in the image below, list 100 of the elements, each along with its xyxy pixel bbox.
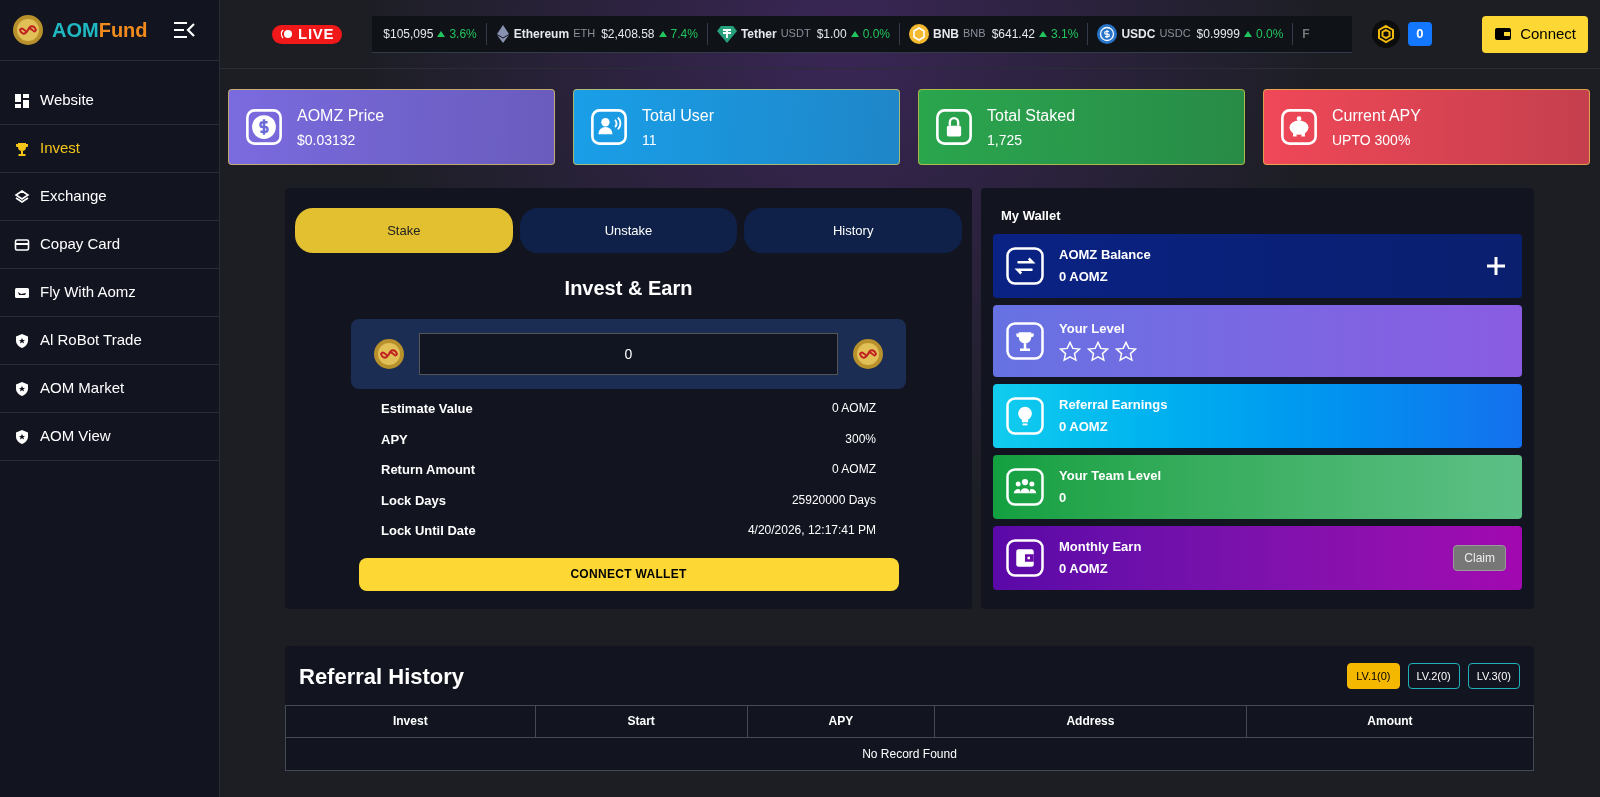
sidebar-item[interactable]: AOM Market bbox=[0, 365, 219, 413]
level-tab[interactable]: LV.3(0) bbox=[1467, 663, 1520, 689]
wallet-card-label: Your Team Level bbox=[1059, 466, 1162, 485]
wallet-icon bbox=[1005, 537, 1045, 578]
user-icon bbox=[590, 108, 628, 146]
coin-logo-icon bbox=[12, 14, 44, 46]
stake-tab[interactable]: Unstake bbox=[519, 208, 738, 253]
detail-value: 0 AOMZ bbox=[832, 461, 876, 478]
live-badge: LIVE bbox=[272, 24, 343, 44]
stat-value: 11 bbox=[642, 130, 658, 150]
column-header: Amount bbox=[1246, 705, 1534, 737]
stat-value: UPTO 300% bbox=[1332, 130, 1412, 150]
shield-star-icon bbox=[14, 380, 30, 397]
star-icon bbox=[1059, 341, 1081, 363]
connect-button[interactable]: Connect bbox=[1482, 15, 1588, 53]
detail-label: Estimate Value bbox=[381, 400, 473, 418]
coin-name: F bbox=[1302, 25, 1310, 43]
card-icon bbox=[14, 236, 30, 253]
sidebar-item[interactable]: Al RoBot Trade bbox=[0, 317, 219, 365]
detail-label: APY bbox=[381, 430, 408, 449]
coin-name: USDC bbox=[1121, 25, 1156, 43]
stat-value: 1,725 bbox=[987, 130, 1024, 150]
price-change: 3.1% bbox=[1051, 25, 1079, 43]
price-change: 0.0% bbox=[862, 25, 890, 43]
cube-coin-icon bbox=[909, 23, 929, 44]
amount-input[interactable]: 0 bbox=[419, 333, 838, 375]
wallet-card-value: 0 bbox=[1059, 489, 1068, 507]
stat-label: Total User bbox=[642, 105, 715, 126]
price-change: 3.6% bbox=[449, 25, 477, 43]
trophy-icon bbox=[14, 140, 30, 157]
coin-icon bbox=[373, 338, 405, 370]
level-tab[interactable]: LV.2(0) bbox=[1407, 663, 1460, 689]
up-arrow-icon bbox=[658, 30, 667, 37]
sidebar-item[interactable]: Fly With Aomz bbox=[0, 269, 219, 317]
detail-label: Return Amount bbox=[381, 461, 476, 479]
stat-label: Current APY bbox=[1332, 105, 1421, 126]
wallet-card-value: 0 AOMZ bbox=[1059, 418, 1109, 436]
wallet-card-label: Referral Earnings bbox=[1059, 395, 1168, 414]
shield-star-icon bbox=[14, 332, 30, 349]
dashboard-icon bbox=[14, 92, 30, 109]
panel-title: Invest & Earn bbox=[563, 276, 694, 301]
up-arrow-icon bbox=[1243, 30, 1252, 37]
coin-icon bbox=[852, 338, 884, 370]
detail-value: 25920000 Days bbox=[791, 491, 876, 509]
sidebar-item[interactable]: Invest bbox=[0, 125, 219, 173]
column-header: Start bbox=[535, 705, 748, 737]
coin-price: $641.42 bbox=[991, 25, 1036, 43]
plus-icon[interactable] bbox=[1486, 255, 1506, 276]
level-tab[interactable]: LV.1(0) bbox=[1347, 663, 1400, 689]
detail-value: 4/20/2026, 12:17:41 PM bbox=[747, 522, 876, 539]
shield-star-icon bbox=[14, 428, 30, 445]
empty-message: No Record Found bbox=[285, 737, 1534, 770]
tether-coin-icon bbox=[716, 24, 737, 43]
swap-arrows-icon bbox=[1005, 245, 1045, 286]
wallet-card-value: 0 AOMZ bbox=[1059, 560, 1109, 578]
star-icon bbox=[1087, 341, 1109, 363]
column-header: Invest bbox=[285, 705, 536, 737]
sidebar-item[interactable]: AOM View bbox=[0, 413, 219, 461]
brand-name: AOMFund bbox=[52, 18, 148, 43]
layers-icon bbox=[14, 188, 30, 205]
dollar-coin-icon bbox=[1097, 23, 1118, 44]
stake-tab[interactable]: History bbox=[744, 208, 962, 253]
coin-price: $105,095 bbox=[383, 25, 434, 43]
wallet-card-label: AOMZ Balance bbox=[1059, 245, 1151, 264]
coin-price: $1.00 bbox=[816, 25, 847, 43]
star-icon bbox=[1115, 341, 1137, 363]
wallet-icon bbox=[1494, 26, 1513, 42]
detail-value: 0 AOMZ bbox=[832, 400, 876, 417]
claim-button[interactable]: Claim bbox=[1453, 544, 1506, 571]
stat-label: AOMZ Price bbox=[297, 105, 385, 126]
wallet-card-label: Monthly Earn bbox=[1059, 537, 1142, 556]
piggy-bank-icon bbox=[1280, 108, 1318, 146]
panel-title: My Wallet bbox=[1001, 207, 1062, 225]
coin-price: $2,408.58 bbox=[601, 25, 655, 43]
lightbulb-icon bbox=[1005, 395, 1045, 436]
price-change: 7.4% bbox=[670, 25, 698, 43]
coin-symbol: USDC bbox=[1159, 26, 1191, 42]
group-icon bbox=[1005, 466, 1045, 507]
menu-collapse-icon[interactable] bbox=[173, 21, 195, 39]
connect-wallet-button[interactable]: CONNECT WALLET bbox=[358, 557, 899, 591]
price-change: 0.0% bbox=[1255, 25, 1284, 43]
chain-token-icon[interactable] bbox=[1372, 20, 1401, 48]
detail-label: Lock Days bbox=[381, 491, 447, 510]
diamond-coin-icon bbox=[495, 24, 510, 43]
coin-symbol: ETH bbox=[573, 26, 596, 42]
coin-name: BNB bbox=[933, 25, 959, 43]
stat-value: $0.03132 bbox=[297, 130, 357, 150]
lock-icon bbox=[935, 108, 973, 146]
column-header: APY bbox=[747, 705, 935, 737]
sidebar-item[interactable]: Exchange bbox=[0, 173, 219, 221]
sidebar-item[interactable]: Website bbox=[0, 77, 219, 125]
network-count-badge: 0 bbox=[1408, 22, 1432, 46]
trophy-icon bbox=[1005, 320, 1045, 361]
up-arrow-icon bbox=[850, 30, 859, 37]
coin-symbol: BNB bbox=[963, 26, 986, 42]
stake-tab[interactable]: Stake bbox=[295, 208, 513, 253]
detail-label: Lock Until Date bbox=[381, 522, 476, 540]
sidebar-item[interactable]: Copay Card bbox=[0, 221, 219, 269]
coin-price: $0.9999 bbox=[1196, 25, 1240, 43]
detail-value: 300% bbox=[845, 430, 876, 448]
